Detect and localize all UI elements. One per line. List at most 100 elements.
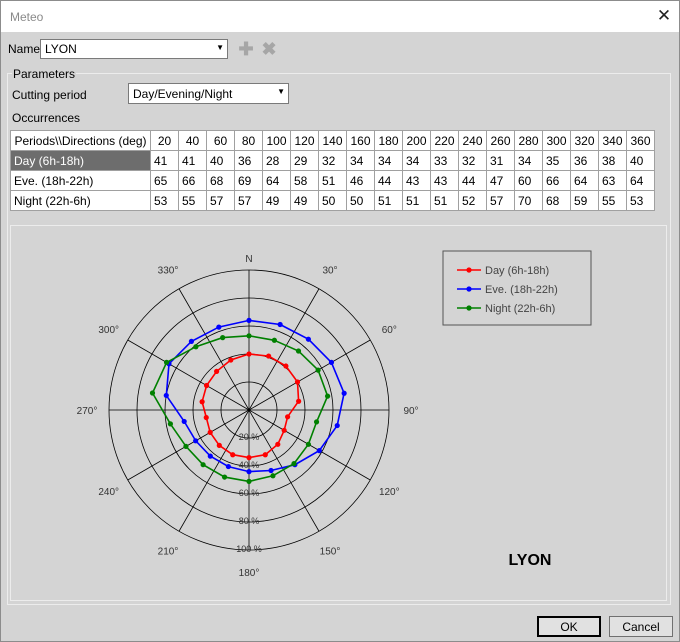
cancel-button[interactable]: Cancel (609, 616, 673, 637)
legend-marker (466, 305, 472, 311)
table-cell[interactable]: 59 (570, 190, 599, 211)
table-cell[interactable]: 50 (346, 190, 375, 211)
table-cell[interactable]: 44 (458, 170, 487, 191)
chart-title: LYON (509, 552, 552, 569)
data-point (295, 348, 302, 354)
table-cell[interactable]: 50 (318, 190, 347, 211)
close-icon: ✕ (656, 6, 672, 25)
row-header[interactable]: Day (6h-18h) (10, 150, 151, 171)
data-point (193, 438, 199, 444)
table-cell[interactable]: 36 (234, 150, 263, 171)
table-cell[interactable]: 40 (206, 150, 235, 171)
table-cell[interactable]: 41 (150, 150, 179, 171)
table-cell[interactable]: 34 (346, 150, 375, 171)
table-cell[interactable]: 68 (206, 170, 235, 191)
table-cell[interactable]: 52 (458, 190, 487, 211)
table-cell[interactable]: 49 (262, 190, 291, 211)
table-cell[interactable]: 31 (486, 150, 515, 171)
angle-label: 90° (403, 406, 418, 417)
table-cell[interactable]: 57 (234, 190, 263, 211)
cross-icon: ✖ (261, 38, 277, 59)
table-cell[interactable]: 53 (626, 190, 655, 211)
table-cell[interactable]: 32 (458, 150, 487, 171)
table-cell[interactable]: 66 (542, 170, 571, 191)
table-cell[interactable]: 40 (626, 150, 655, 171)
table-cell[interactable]: 28 (262, 150, 291, 171)
radial-label: 100 % (236, 544, 262, 554)
table-cell[interactable]: 64 (626, 170, 655, 191)
table-cell[interactable]: 51 (318, 170, 347, 191)
table-cell[interactable]: 46 (346, 170, 375, 191)
table-cell[interactable]: 70 (514, 190, 543, 211)
table-cell[interactable]: 64 (262, 170, 291, 191)
table-cell[interactable]: 55 (598, 190, 627, 211)
data-point (199, 399, 205, 405)
data-point (220, 335, 226, 341)
direction-header: 280 (514, 130, 543, 151)
table-header-row: Periods\\Directions (deg) 20 40 60 80 100 120… (10, 130, 655, 151)
table-cell[interactable]: 51 (430, 190, 459, 211)
close-button[interactable]: ✕ (651, 4, 677, 28)
data-point (305, 336, 311, 342)
name-combobox[interactable]: LYON ▼ (40, 39, 228, 59)
table-cell[interactable]: 68 (542, 190, 571, 211)
table-cell[interactable]: 58 (290, 170, 319, 191)
data-point (281, 427, 287, 433)
data-point (246, 455, 252, 461)
table-cell[interactable]: 51 (402, 190, 431, 211)
table-cell[interactable]: 53 (150, 190, 179, 211)
table-cell[interactable]: 57 (486, 190, 515, 211)
table-cell[interactable]: 57 (206, 190, 235, 211)
table-cell[interactable]: 34 (514, 150, 543, 171)
table-row: Day (6h-18h) 41 41 40 36 28 29 32 34 34 34 33 32 31 34… (10, 150, 655, 171)
table-cell[interactable]: 49 (290, 190, 319, 211)
radial-label: 60 % (239, 488, 260, 498)
table-cell[interactable]: 34 (374, 150, 403, 171)
cutting-period-combobox[interactable]: Day/Evening/Night ▼ (128, 83, 289, 104)
legend-marker (466, 267, 472, 273)
table-cell[interactable]: 41 (178, 150, 207, 171)
table-cell[interactable]: 33 (430, 150, 459, 171)
direction-header: 40 (178, 130, 207, 151)
data-point (216, 324, 222, 330)
direction-header: 120 (290, 130, 319, 151)
occurrences-table: Periods\\Directions (deg) 20 40 60 80 100 120… (10, 130, 655, 211)
delete-button[interactable]: ✖ (259, 38, 279, 59)
table-cell[interactable]: 55 (178, 190, 207, 211)
direction-header: 200 (402, 130, 431, 151)
data-point (324, 393, 331, 399)
table-cell[interactable]: 44 (374, 170, 403, 191)
table-cell[interactable]: 43 (430, 170, 459, 191)
ok-button[interactable]: OK (537, 616, 601, 637)
table-cell[interactable]: 35 (542, 150, 571, 171)
table-cell[interactable]: 69 (234, 170, 263, 191)
table-cell[interactable]: 47 (486, 170, 515, 191)
data-point (268, 467, 274, 474)
data-point (316, 448, 322, 454)
table-cell[interactable]: 32 (318, 150, 347, 171)
data-point (262, 452, 268, 458)
row-header[interactable]: Night (22h-6h) (10, 190, 151, 211)
table-cell[interactable]: 63 (598, 170, 627, 191)
data-point (203, 382, 210, 389)
data-point (313, 419, 320, 425)
table-cell[interactable]: 38 (598, 150, 627, 171)
table-cell[interactable]: 51 (374, 190, 403, 211)
chevron-down-icon: ▼ (277, 87, 285, 96)
table-cell[interactable]: 66 (178, 170, 207, 191)
direction-header: 140 (318, 130, 347, 151)
table-cell[interactable]: 43 (402, 170, 431, 191)
add-button[interactable]: ✚ (236, 39, 256, 59)
data-point (291, 461, 297, 467)
table-cell[interactable]: 65 (150, 170, 179, 191)
row-header[interactable]: Eve. (18h-22h) (10, 170, 151, 191)
window-title: Meteo (10, 10, 44, 24)
table-cell[interactable]: 29 (290, 150, 319, 171)
radial-label: 20 % (239, 432, 260, 442)
angle-label: 210° (158, 546, 179, 557)
table-cell[interactable]: 60 (514, 170, 543, 191)
data-point (277, 321, 283, 328)
table-cell[interactable]: 64 (570, 170, 599, 191)
table-cell[interactable]: 34 (402, 150, 431, 171)
table-cell[interactable]: 36 (570, 150, 599, 171)
